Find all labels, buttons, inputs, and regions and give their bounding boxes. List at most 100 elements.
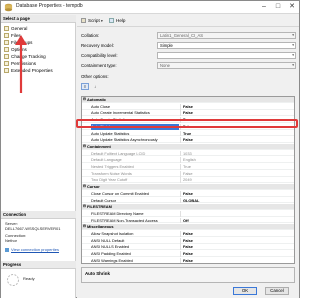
page-icon [4, 54, 9, 59]
left-pane: Select a page General Files Filegroups Opti… [1, 15, 76, 298]
grid-category[interactable]: ⊟ FILESTREAM [82, 204, 294, 211]
page-item[interactable]: General [4, 25, 27, 32]
grid-row-value[interactable]: False [180, 110, 294, 117]
grid-row-value[interactable]: False [180, 137, 294, 144]
grid-row-value[interactable]: 1033 [180, 150, 294, 157]
grid-row[interactable]: Transform Noise Words False [82, 170, 294, 177]
grid-row-name: Cursor [87, 184, 100, 190]
properties-window: Database Properties - tempdb – □ ✕ Selec… [0, 0, 300, 298]
page-item[interactable]: Change Tracking [4, 53, 46, 60]
minimize-button[interactable]: – [257, 1, 271, 13]
collation-label: Collation: [81, 33, 100, 38]
grid-category[interactable]: ⊟ Cursor [82, 184, 294, 190]
help-label: Help [116, 18, 126, 23]
grid-row-name: Auto Update Statistics [91, 130, 130, 136]
grid-row-value[interactable]: Off [180, 217, 294, 224]
script-label: Script [88, 18, 100, 23]
grid-row-name: Default Language [91, 157, 122, 163]
auto-shrink-highlight [76, 119, 298, 128]
grid-row[interactable]: Auto Update Statistics Asynchronously Fal… [82, 137, 294, 144]
grid-row-value[interactable]: True [180, 164, 294, 170]
view-connection-link[interactable]: View connection properties [5, 247, 59, 252]
grid-row-value[interactable] [180, 210, 294, 217]
page-item[interactable]: Filegroups [4, 39, 32, 46]
grid-row-name: Transform Noise Words [91, 170, 132, 176]
grid-row-name: FILESTREAM Non-Transacted Access [91, 217, 158, 223]
recovery-model-select[interactable]: Simple ▾ [157, 42, 296, 49]
ok-button[interactable]: OK [233, 287, 257, 295]
grid-row-value[interactable]: False [180, 244, 294, 251]
chevron-down-icon: ▾ [292, 43, 294, 47]
page-icon [4, 40, 9, 45]
grid-row[interactable]: ANSI NULL Default False [82, 237, 294, 244]
connection-icon [5, 248, 9, 252]
page-icon [4, 68, 9, 73]
page-item[interactable]: Extended Properties [4, 67, 53, 74]
grid-row-value[interactable]: False [180, 237, 294, 244]
grid-row-value[interactable]: English [180, 157, 294, 164]
grid-row-value[interactable]: False [180, 103, 294, 110]
collapse-icon[interactable]: ⊟ [83, 204, 86, 210]
grid-row-value[interactable]: True [180, 130, 294, 137]
collapse-icon[interactable]: ⊟ [83, 224, 86, 230]
grid-row[interactable]: Auto Close False [82, 103, 294, 110]
grid-category[interactable]: ⊟ Containment [82, 143, 294, 150]
grid-row[interactable]: FILESTREAM Non-Transacted Access Off [82, 217, 294, 224]
grid-category[interactable]: ⊟ Automatic [82, 97, 294, 103]
collation-row: Collation: Latin1_General_CI_AS ▾ [81, 32, 296, 39]
grid-row-value[interactable]: False [180, 257, 294, 263]
containment-select[interactable]: None ▾ [157, 62, 296, 69]
collation-field[interactable]: Latin1_General_CI_AS ▾ [157, 32, 296, 39]
grid-row-name: Two Digit Year Cutoff [91, 177, 128, 183]
view-connection-link-text[interactable]: View connection properties [11, 247, 59, 252]
collapse-icon[interactable]: ⊟ [83, 184, 86, 190]
collapse-icon[interactable]: ⊟ [83, 97, 86, 103]
maximize-button[interactable]: □ [271, 1, 285, 13]
grid-row[interactable]: Nested Triggers Enabled True [82, 164, 294, 170]
grid-row[interactable]: ANSI Warnings Enabled False [82, 257, 294, 263]
grid-row-value[interactable]: False [180, 231, 294, 237]
page-item[interactable]: Files [4, 32, 21, 39]
page-icon [4, 61, 9, 66]
grid-row[interactable]: Close Cursor on Commit Enabled False [82, 190, 294, 197]
grid-row-name: Miscellaneous [87, 224, 114, 230]
grid-row[interactable]: Default Fulltext Language LCID 1033 [82, 150, 294, 157]
select-page-header: Select a page [1, 15, 76, 23]
progress-status: Ready [23, 276, 35, 281]
grid-row[interactable]: Default Cursor GLOBAL [82, 197, 294, 204]
close-button[interactable]: ✕ [285, 1, 299, 13]
grid-category[interactable]: ⊟ Miscellaneous [82, 224, 294, 231]
compat-label: Compatibility level: [81, 53, 118, 58]
grid-row-value[interactable]: False [180, 190, 294, 197]
grid-row[interactable]: Auto Update Statistics True [82, 130, 294, 137]
page-item[interactable]: Options [4, 46, 27, 53]
progress-spinner-icon [7, 274, 19, 286]
grid-row-value[interactable]: False [180, 170, 294, 177]
cancel-button[interactable]: Cancel [265, 287, 289, 295]
grid-row[interactable]: Auto Create Incremental Statistics False [82, 110, 294, 117]
grid-toolbar: ≡ ↓ [81, 82, 111, 91]
help-button[interactable]: Help [109, 17, 125, 24]
alphabetical-sort-icon[interactable]: ↓ [91, 83, 99, 90]
grid-row[interactable]: FILESTREAM Directory Name [82, 210, 294, 217]
categorized-sort-icon[interactable]: ≡ [81, 83, 89, 90]
script-button[interactable]: Script ▾ [81, 17, 103, 24]
grid-row[interactable]: Allow Snapshot Isolation False [82, 231, 294, 237]
grid-row-name: Auto Update Statistics Asynchronously [91, 137, 158, 143]
server-value: DELL7667-WSSQLSERVER01 [5, 226, 61, 231]
grid-row[interactable]: Default Language English [82, 157, 294, 164]
grid-row[interactable]: ANSI Padding Enabled False [82, 251, 294, 257]
page-item[interactable]: Permissions [4, 60, 36, 67]
grid-row-value[interactable]: 2049 [180, 177, 294, 184]
grid-row-value[interactable]: GLOBAL [180, 197, 294, 204]
progress-header: Progress [1, 261, 76, 269]
page-item-label: Files [11, 33, 21, 38]
grid-row[interactable]: ANSI NULLS Enabled False [82, 244, 294, 251]
recovery-label: Recovery model: [81, 43, 114, 48]
collapse-icon[interactable]: ⊟ [83, 144, 86, 150]
compatibility-select[interactable]: ▾ [157, 52, 296, 59]
grid-row[interactable]: Two Digit Year Cutoff 2049 [82, 177, 294, 184]
page-item-label: Permissions [11, 61, 37, 66]
help-icon [109, 18, 114, 23]
grid-row-value[interactable]: False [180, 251, 294, 257]
